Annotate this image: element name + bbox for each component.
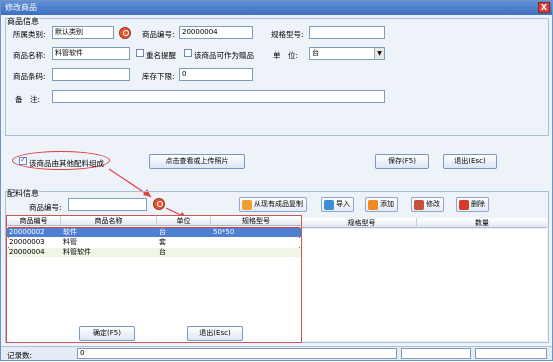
plus-icon	[368, 200, 378, 210]
picker-col-unit[interactable]: 单位	[157, 216, 211, 226]
row-code: 20000002	[9, 228, 45, 236]
table-row[interactable]: 20000004 料管软件 台	[7, 248, 301, 257]
copy-icon	[242, 200, 252, 210]
row-name: 料管软件	[63, 248, 91, 256]
product-picker-popup: 商品编号 商品名称 单位 规格型号 20000002 软件 台 50*50 20…	[6, 215, 302, 343]
status-field-3	[475, 348, 547, 359]
status-field-2	[401, 348, 471, 359]
edit-button[interactable]: 修改	[411, 197, 444, 212]
row-code: 20000003	[9, 238, 45, 246]
add-button[interactable]: 添加	[365, 197, 398, 212]
record-count-label: 记录数:	[7, 351, 33, 360]
copy-from-product-button[interactable]: 从现有成品复制	[239, 197, 307, 212]
table-row[interactable]: 20000002 软件 台 50*50	[7, 228, 301, 237]
row-spec	[211, 238, 301, 247]
import-icon	[324, 200, 334, 210]
ingredient-code-field[interactable]	[68, 198, 147, 211]
status-bar: 记录数: 0	[1, 346, 552, 360]
table-row[interactable]: 20000003 料管 套	[7, 238, 301, 247]
ingredient-search-icon[interactable]	[153, 198, 165, 210]
row-spec: 50*50	[213, 228, 235, 236]
row-unit: 台	[159, 228, 166, 236]
ingredients-title: 配料信息	[7, 188, 39, 199]
picker-col-spec[interactable]: 规格型号	[211, 216, 301, 226]
picker-header: 商品编号 商品名称 单位 规格型号	[7, 216, 301, 226]
row-name: 料管	[63, 238, 77, 246]
pencil-icon	[414, 200, 424, 210]
row-name: 软件	[63, 228, 77, 236]
ingredient-code-label: 商品编号:	[29, 203, 62, 212]
row-code: 20000004	[9, 248, 45, 256]
delete-x-icon	[459, 200, 469, 210]
picker-exit-button[interactable]: 退出(Esc)	[187, 326, 243, 341]
row-spec	[211, 248, 301, 257]
column-header-quantity[interactable]: 数量	[417, 218, 547, 228]
column-header-model[interactable]: 规格型号	[307, 218, 417, 228]
row-unit: 台	[159, 248, 166, 256]
row-unit: 套	[159, 238, 166, 246]
record-count-field: 0	[77, 348, 397, 359]
edit-product-window: 修改商品 X 商品信息 所属类别: 默认类别 商品编号: 20000004 规格…	[0, 0, 553, 361]
delete-button[interactable]: 删除	[456, 197, 489, 212]
picker-confirm-button[interactable]: 确定(F5)	[79, 326, 135, 341]
picker-col-name[interactable]: 商品名称	[61, 216, 157, 226]
picker-col-code[interactable]: 商品编号	[7, 216, 61, 226]
import-button[interactable]: 导入	[321, 197, 354, 212]
